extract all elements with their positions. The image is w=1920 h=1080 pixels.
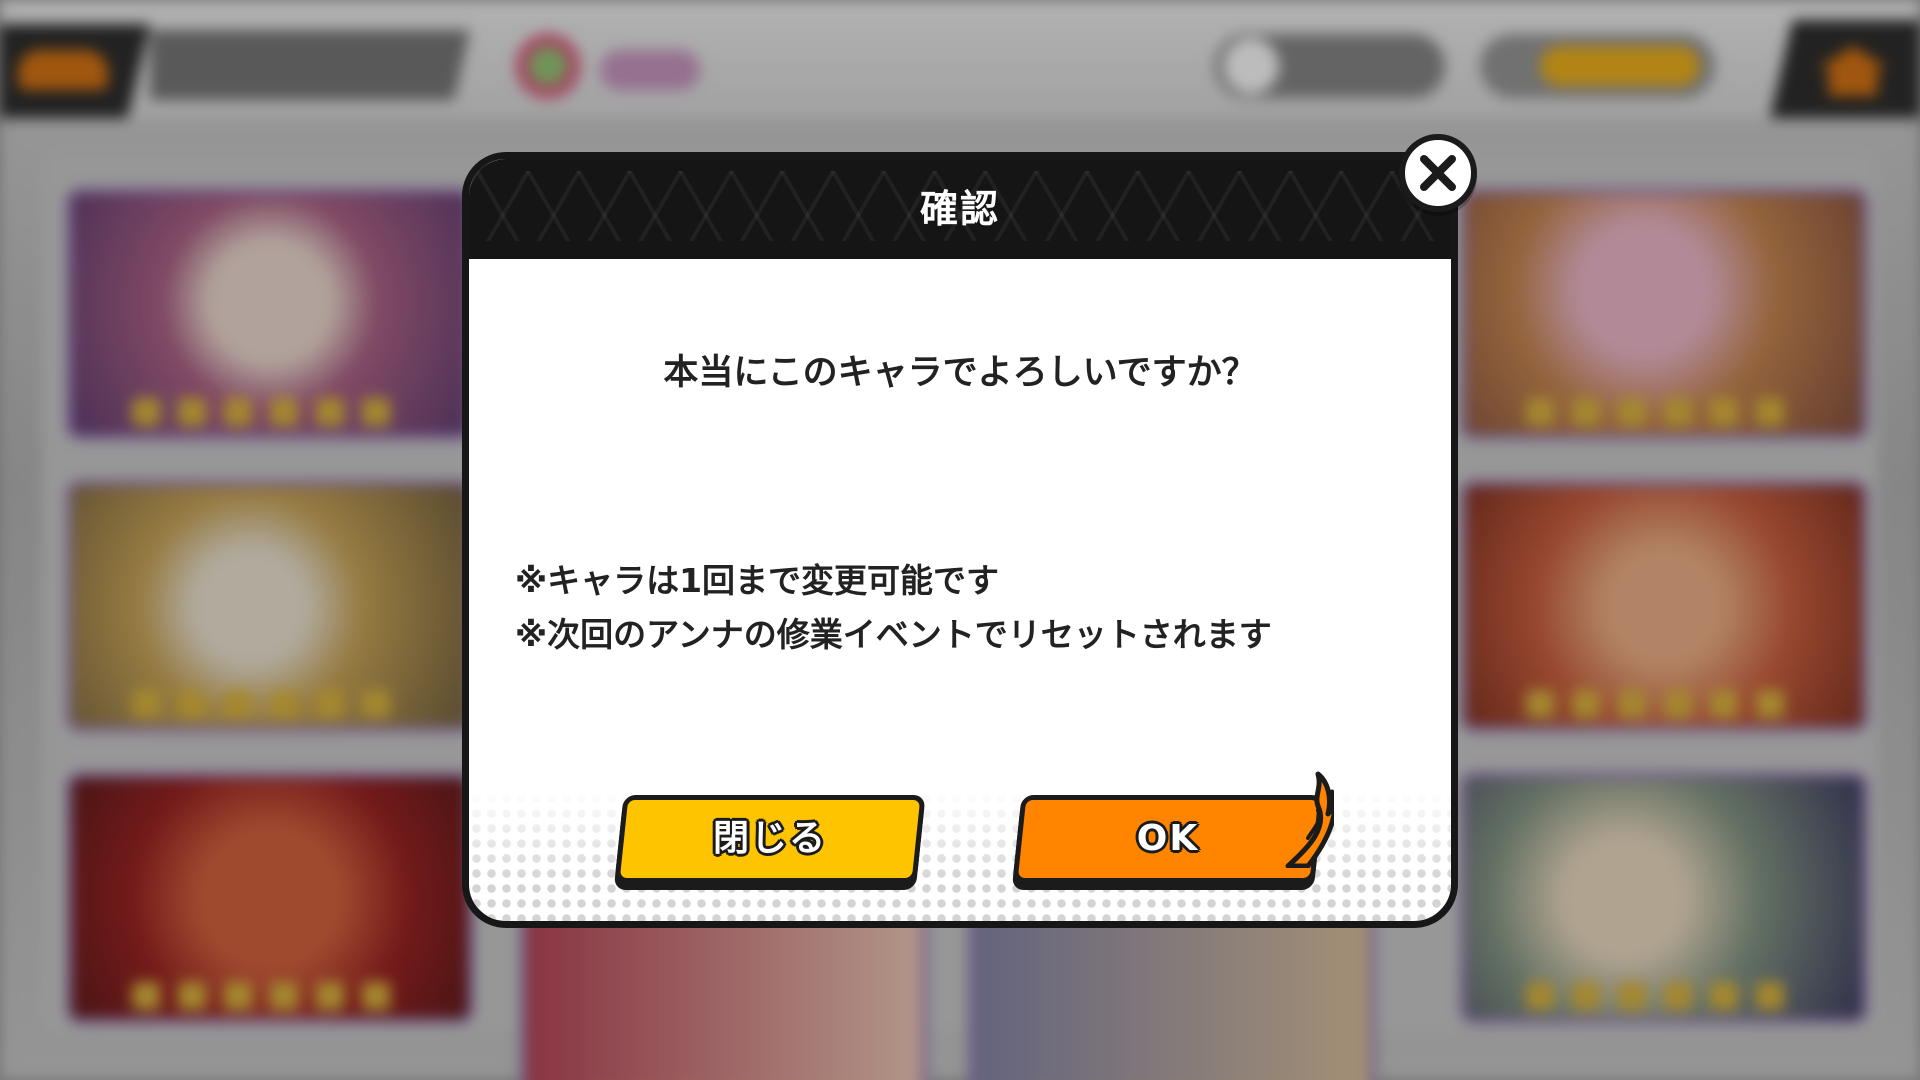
dialog-note: ※キャラは1回まで変更可能です [515, 561, 1000, 600]
close-icon[interactable] [1399, 134, 1477, 212]
dialog-note: ※次回のアンナの修業イベントでリセットされます [515, 615, 1272, 654]
ok-button-label: OK [1136, 818, 1200, 859]
ok-button[interactable]: OK [1012, 795, 1324, 883]
dialog-header: 確認 [469, 159, 1451, 259]
confirm-question: 本当にこのキャラでよろしいですか？ [663, 353, 1257, 393]
dialog-title: 確認 [919, 187, 1000, 231]
close-button[interactable]: 閉じる [614, 795, 926, 883]
close-button-label: 閉じる [712, 818, 827, 859]
flame-icon [1278, 758, 1338, 869]
